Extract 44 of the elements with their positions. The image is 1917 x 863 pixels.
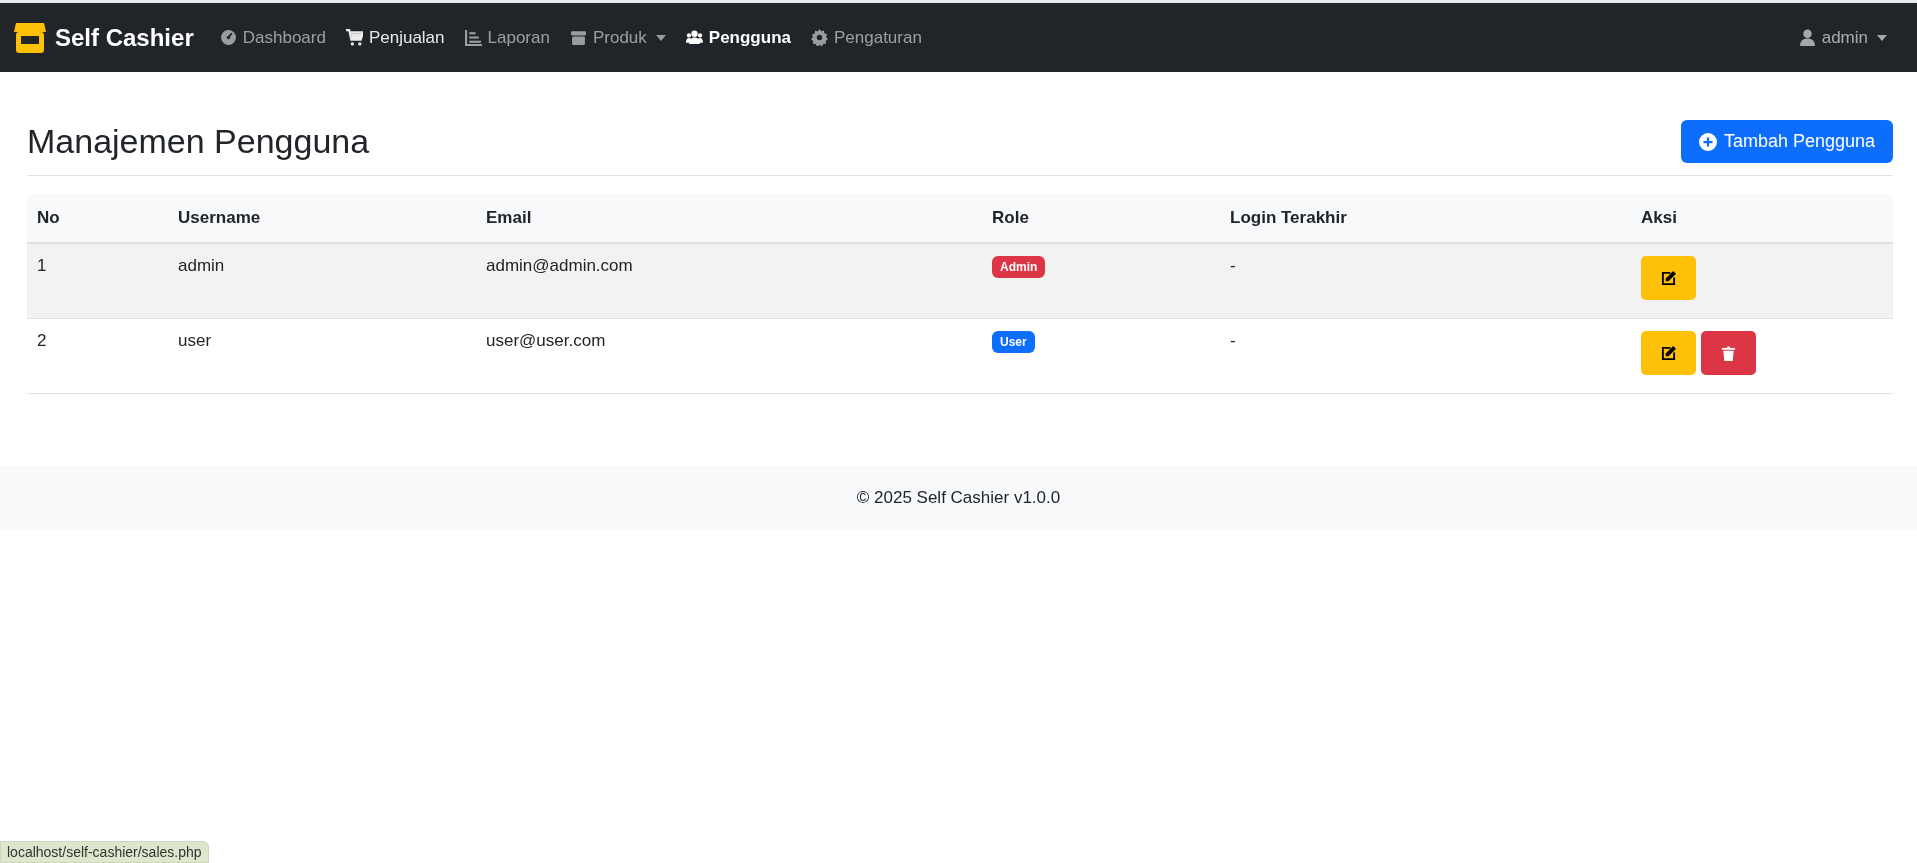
edit-icon <box>1661 270 1676 286</box>
footer-text: © 2025 Self Cashier v1.0.0 <box>856 488 1061 508</box>
nav-link[interactable]: Dashboard <box>211 19 334 56</box>
role-badge: User <box>992 331 1035 353</box>
table-cell: user@user.com <box>476 318 982 394</box>
edit-button[interactable] <box>1641 256 1696 300</box>
cart-icon <box>345 29 363 46</box>
add-user-button[interactable]: Tambah Pengguna <box>1680 120 1893 163</box>
column-header: Role <box>982 194 1220 243</box>
nav-link[interactable]: Produk <box>561 19 674 56</box>
table-cell: 2 <box>27 318 168 394</box>
nav-link[interactable]: Penjualan <box>337 19 453 56</box>
table-cell: admin@admin.com <box>476 243 982 319</box>
nav-link[interactable]: Laporan <box>456 19 558 56</box>
column-header: Username <box>168 194 476 243</box>
user-icon <box>1798 29 1816 46</box>
trash-icon <box>1721 345 1736 361</box>
chart-icon <box>464 29 482 46</box>
table-cell: - <box>1220 243 1631 319</box>
page-title: Manajemen Pengguna <box>27 122 370 161</box>
nav-link[interactable]: Pengaturan <box>802 19 930 56</box>
plus-circle-icon <box>1698 132 1717 151</box>
column-header: Email <box>476 194 982 243</box>
caret-icon <box>1877 34 1887 41</box>
user-menu[interactable]: admin <box>1790 19 1895 56</box>
status-bar-url: localhost/self-cashier/sales.php <box>0 841 209 863</box>
nav-link[interactable]: Pengguna <box>677 19 799 56</box>
column-header: Login Terakhir <box>1220 194 1631 243</box>
store-icon <box>14 22 46 53</box>
gauge-icon <box>219 29 237 46</box>
box-icon <box>569 29 587 46</box>
role-badge: Admin <box>992 256 1046 278</box>
gear-icon <box>810 29 828 46</box>
table-cell: - <box>1220 318 1631 394</box>
table-cell: 1 <box>27 243 168 319</box>
table-cell: user <box>168 318 476 394</box>
column-header: Aksi <box>1631 194 1893 243</box>
delete-button[interactable] <box>1701 331 1756 375</box>
users-icon <box>685 29 703 46</box>
edit-button[interactable] <box>1641 331 1696 375</box>
edit-icon <box>1661 345 1676 361</box>
brand-name[interactable]: Self Cashier <box>55 23 194 52</box>
column-header: No <box>27 194 168 243</box>
table-cell: admin <box>168 243 476 319</box>
